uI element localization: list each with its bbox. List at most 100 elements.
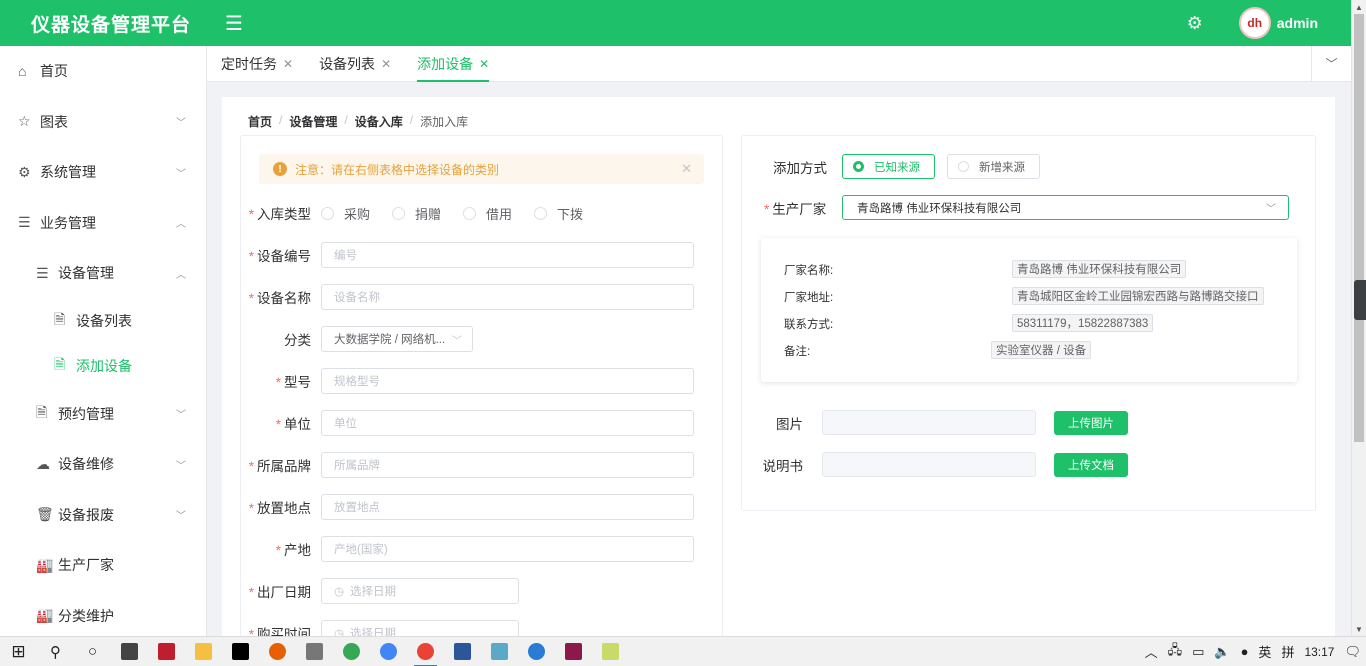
location-input[interactable]: 放置地点 [321, 494, 694, 520]
device-no-input[interactable]: 编号 [321, 242, 694, 268]
close-icon[interactable]: ✕ [381, 57, 391, 71]
manufacturer-select[interactable]: 青岛路博 伟业环保科技有限公司 ﹀ [842, 195, 1289, 220]
device-name-input[interactable]: 设备名称 [321, 284, 694, 310]
sidebar-item-label: 设备管理 [58, 265, 114, 282]
info-remark-label: 备注: [784, 346, 811, 358]
app-icon-3[interactable] [481, 637, 518, 666]
breadcrumb-separator: / [344, 113, 348, 127]
scrollbar-thumb[interactable] [1354, 14, 1364, 442]
factory-date-picker[interactable]: ◷ 选择日期 [321, 578, 519, 604]
sidebar-item-reservation[interactable]: 🗎 预约管理 ﹀ [0, 389, 206, 440]
radio-circle [392, 206, 406, 220]
cortana-icon[interactable]: ○ [74, 637, 111, 666]
menu-icon: ☰ [36, 264, 49, 281]
tabs-more-button[interactable]: ﹀ [1311, 46, 1351, 81]
chrome-active-icon[interactable] [407, 637, 444, 666]
ime-lang[interactable]: 英 [1258, 642, 1271, 661]
volume-icon[interactable]: 🔈 [1214, 644, 1230, 660]
info-contact-tag: 58311179，15822887383 [1012, 314, 1154, 332]
sidebar-item-home[interactable]: ⌂ 首页 [0, 46, 206, 97]
document-icon: 🗎 [54, 311, 66, 327]
sidebar-item-label: 设备报废 [58, 506, 114, 523]
windows-start-icon[interactable]: ⊞ [0, 637, 37, 666]
radio-allocation[interactable]: 下拨 [534, 204, 583, 223]
close-icon[interactable]: ✕ [681, 161, 692, 177]
sidebar-item-label: 系统管理 [40, 164, 96, 181]
category-cascader[interactable]: 大数据学院 / 网络机... ﹀ [321, 326, 473, 352]
battery-icon[interactable]: ▭ [1192, 644, 1204, 660]
notepad-icon[interactable] [592, 637, 629, 666]
app-icon-2[interactable] [296, 637, 333, 666]
notification-icon[interactable]: 🗨 [1344, 644, 1361, 660]
unit-input[interactable]: 单位 [321, 410, 694, 436]
settings-gear-icon[interactable]: ⚙ [1187, 13, 1203, 34]
avatar[interactable]: dh [1238, 7, 1271, 39]
notice-alert: ! 注意：请在右侧表格中选择设备的类别 ✕ [259, 154, 704, 184]
unit-row: * 单位 单位 [241, 410, 694, 436]
close-icon[interactable]: ✕ [479, 57, 489, 71]
radio-known-source[interactable]: 已知来源 [842, 154, 935, 179]
tab-scheduled-tasks[interactable]: 定时任务 ✕ [207, 46, 306, 81]
side-dock-handle[interactable] [1354, 280, 1366, 320]
network-icon[interactable]: 🖧 [1168, 641, 1183, 663]
search-icon[interactable]: ⚲ [37, 637, 74, 666]
breadcrumb-home[interactable]: 首页 [248, 113, 272, 130]
upload-image-button[interactable]: 上传图片 [1054, 410, 1128, 435]
sidebar-item-repair[interactable]: ☁ 设备维修 ﹀ [0, 439, 206, 490]
radio-new-source[interactable]: 新增来源 [947, 154, 1040, 179]
sidebar-item-device-list[interactable]: 🗎 设备列表 [0, 299, 206, 344]
upload-manual-button[interactable]: 上传文档 [1054, 452, 1128, 477]
scroll-up-icon[interactable]: ▲ [1355, 3, 1363, 12]
sidebar-item-manufacturer[interactable]: 🏭 生产厂家 [0, 540, 206, 591]
breadcrumb-current: 添加入库 [420, 115, 469, 129]
close-icon[interactable]: ✕ [283, 57, 293, 71]
intellij-icon[interactable] [222, 637, 259, 666]
tray-chevron-up-icon[interactable]: ︿ [1145, 642, 1158, 661]
app-icon-4[interactable] [518, 637, 555, 666]
sidebar-item-label: 添加设备 [76, 358, 132, 374]
breadcrumb-device-management[interactable]: 设备管理 [289, 113, 337, 130]
breadcrumb-device-inbound[interactable]: 设备入库 [355, 113, 403, 130]
word-icon[interactable] [444, 637, 481, 666]
tab-add-device[interactable]: 添加设备 ✕ [404, 46, 502, 82]
brand-input[interactable]: 所属品牌 [321, 452, 694, 478]
ime-mode[interactable]: 拼 [1281, 642, 1294, 661]
scroll-down-icon[interactable]: ▼ [1355, 625, 1363, 634]
origin-row: * 产地 产地(国家) [241, 536, 694, 562]
firefox-icon[interactable] [259, 637, 296, 666]
app-icon-1[interactable] [111, 637, 148, 666]
origin-input[interactable]: 产地(国家) [321, 536, 694, 562]
home-icon: ⌂ [18, 63, 27, 80]
sidebar-item-charts[interactable]: ☆ 图表 ﹀ [0, 97, 206, 148]
cloud-icon: ☁ [36, 455, 50, 472]
sidebar-item-business[interactable]: ☰ 业务管理 ︿ [0, 198, 206, 249]
sidebar-item-scrap[interactable]: 🗑 设备报废 ﹀ [0, 490, 206, 541]
field-label: * 型号 [275, 375, 311, 390]
image-label: 图片 [776, 416, 803, 432]
browser-icon[interactable] [370, 637, 407, 666]
ime-mascot-icon[interactable]: ● [1241, 644, 1249, 659]
winrar-icon[interactable] [555, 637, 592, 666]
device-no-row: * 设备编号 编号 [241, 242, 694, 268]
radio-purchase[interactable]: 采购 [321, 204, 370, 223]
model-input[interactable]: 规格型号 [321, 368, 694, 394]
chevron-down-icon: ﹀ [176, 511, 186, 523]
radio-borrow[interactable]: 借用 [463, 204, 512, 223]
sidebar-item-device-management[interactable]: ☰ 设备管理 ︿ [0, 248, 206, 299]
clock[interactable]: 13:17 [1304, 645, 1334, 659]
manual-file-box[interactable] [822, 452, 1036, 477]
tab-device-list[interactable]: 设备列表 ✕ [306, 46, 404, 81]
hamburger-icon[interactable]: ☰ [225, 11, 243, 36]
sidebar-item-label: 预约管理 [58, 405, 114, 422]
image-file-box[interactable] [822, 410, 1036, 435]
user-name[interactable]: admin [1277, 15, 1318, 31]
tab-label: 设备列表 [319, 55, 376, 72]
chrome-icon[interactable] [333, 637, 370, 666]
top-header: 仪器设备管理平台 ☰ ⚙ dh admin [0, 0, 1351, 46]
sidebar-item-add-device[interactable]: 🗎 添加设备 [0, 344, 206, 389]
filezilla-icon[interactable] [148, 637, 185, 666]
radio-donation[interactable]: 捐赠 [392, 204, 441, 223]
sidebar-item-category[interactable]: 🏭 分类维护 [0, 591, 206, 642]
sidebar-item-system[interactable]: ⚙ 系统管理 ﹀ [0, 147, 206, 198]
file-explorer-icon[interactable] [185, 637, 222, 666]
